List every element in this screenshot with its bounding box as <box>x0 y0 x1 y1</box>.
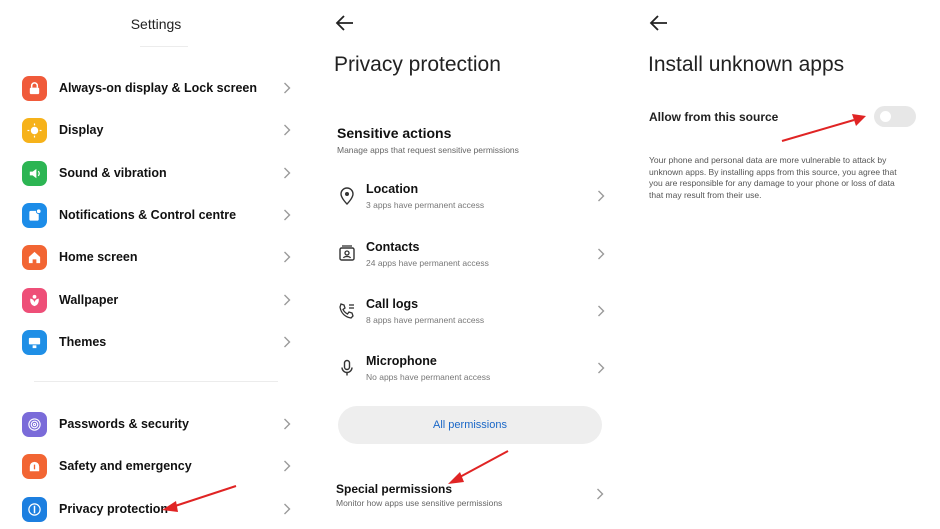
home-icon <box>22 244 47 270</box>
settings-item-label: Always-on display & Lock screen <box>59 81 257 95</box>
permission-label: Microphone <box>366 354 437 368</box>
settings-item-safety-emergency[interactable]: Safety and emergency <box>22 449 294 483</box>
notification-icon <box>22 202 47 228</box>
chevron-right-icon <box>280 335 294 349</box>
special-permissions-subtitle: Monitor how apps use sensitive permissio… <box>336 498 503 508</box>
call-log-icon <box>336 300 358 322</box>
permission-subtitle: 24 apps have permanent access <box>366 258 489 268</box>
chevron-right-icon[interactable] <box>593 487 607 501</box>
permission-item-contacts[interactable]: Contacts 24 apps have permanent access <box>336 234 608 274</box>
page-title: Install unknown apps <box>648 53 845 76</box>
chevron-right-icon <box>280 81 294 95</box>
chevron-right-icon <box>280 293 294 307</box>
settings-item-label: Safety and emergency <box>59 459 192 473</box>
settings-item-notifications[interactable]: Notifications & Control centre <box>22 198 294 232</box>
settings-item-label: Privacy protection <box>59 502 169 516</box>
chevron-right-icon <box>280 250 294 264</box>
microphone-icon <box>336 357 358 379</box>
settings-item-label: Notifications & Control centre <box>59 208 237 222</box>
settings-item-display[interactable]: Display <box>22 113 294 147</box>
section-subtitle: Manage apps that request sensitive permi… <box>337 145 519 155</box>
alert-icon <box>22 453 47 479</box>
settings-item-label: Display <box>59 123 104 137</box>
warning-text: Your phone and personal data are more vu… <box>649 155 897 200</box>
red-arrow-annotation <box>781 114 866 142</box>
privacy-protection-panel: Privacy protection Sensitive actions Man… <box>314 0 626 529</box>
page-title: Settings <box>130 16 182 32</box>
all-permissions-button[interactable]: All permissions <box>338 406 602 444</box>
chevron-right-icon <box>280 417 294 431</box>
special-permissions-title[interactable]: Special permissions <box>336 482 452 496</box>
chevron-right-icon <box>280 502 294 516</box>
toggle-knob <box>880 111 891 122</box>
contacts-card-icon <box>336 243 358 265</box>
permission-item-microphone[interactable]: Microphone No apps have permanent access <box>336 348 608 388</box>
permission-item-call-logs[interactable]: Call logs 8 apps have permanent access <box>336 291 608 331</box>
settings-item-privacy-protection[interactable]: Privacy protection <box>22 492 294 526</box>
location-pin-icon <box>336 185 358 207</box>
settings-item-home-screen[interactable]: Home screen <box>22 240 294 274</box>
settings-panel: Settings Always-on display & Lock screen… <box>0 0 312 529</box>
settings-item-label: Sound & vibration <box>59 166 167 180</box>
settings-item-sound[interactable]: Sound & vibration <box>22 156 294 190</box>
permission-label: Contacts <box>366 240 420 254</box>
section-title: Sensitive actions <box>337 125 452 141</box>
title-divider <box>140 46 188 47</box>
chevron-right-icon <box>594 304 608 318</box>
chevron-right-icon <box>594 189 608 203</box>
speaker-icon <box>22 160 47 186</box>
permission-subtitle: No apps have permanent access <box>366 372 491 382</box>
permission-label: Call logs <box>366 297 419 311</box>
sun-icon <box>22 117 47 143</box>
chevron-right-icon <box>280 123 294 137</box>
settings-item-passwords-security[interactable]: Passwords & security <box>22 407 294 441</box>
chevron-right-icon <box>594 361 608 375</box>
page-title: Privacy protection <box>334 53 501 76</box>
allow-from-source-toggle[interactable] <box>874 106 916 127</box>
settings-item-label: Wallpaper <box>59 293 119 307</box>
settings-item-label: Themes <box>59 335 107 349</box>
install-unknown-apps-panel: Install unknown apps Allow from this sou… <box>628 0 940 529</box>
chevron-right-icon <box>280 208 294 222</box>
back-arrow-icon[interactable] <box>334 12 356 34</box>
permission-subtitle: 8 apps have permanent access <box>366 315 485 325</box>
settings-item-wallpaper[interactable]: Wallpaper <box>22 283 294 317</box>
fingerprint-icon <box>22 411 47 437</box>
chevron-right-icon <box>280 459 294 473</box>
settings-item-label: Passwords & security <box>59 417 189 431</box>
permission-subtitle: 3 apps have permanent access <box>366 200 485 210</box>
settings-item-label: Home screen <box>59 250 138 264</box>
chevron-right-icon <box>594 247 608 261</box>
lock-icon <box>22 75 47 101</box>
permission-label: Location <box>366 182 419 196</box>
settings-item-themes[interactable]: Themes <box>22 325 294 359</box>
allow-from-source-label: Allow from this source <box>649 110 779 124</box>
settings-item-always-on-display[interactable]: Always-on display & Lock screen <box>22 71 294 105</box>
chevron-right-icon <box>280 166 294 180</box>
privacy-icon <box>22 496 47 522</box>
section-divider <box>34 381 278 382</box>
flower-icon <box>22 287 47 313</box>
monitor-icon <box>22 329 47 355</box>
permission-item-location[interactable]: Location 3 apps have permanent access <box>336 176 608 216</box>
back-arrow-icon[interactable] <box>648 12 670 34</box>
